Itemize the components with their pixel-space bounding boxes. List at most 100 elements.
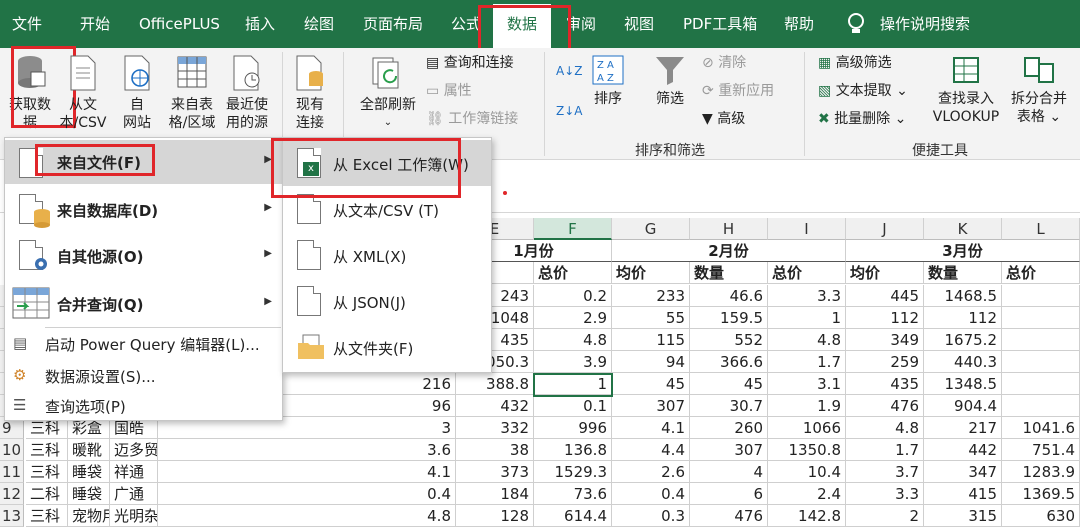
table-cell[interactable]: 159.5 (690, 307, 768, 329)
sort-asc-icon[interactable]: A↓Z (556, 62, 582, 80)
menu-item-query-options[interactable]: ☰ 查询选项(P) (5, 392, 282, 422)
table-cell[interactable]: 3.3 (846, 483, 924, 505)
table-cell[interactable]: 1.9 (768, 395, 846, 417)
table-cell[interactable]: 3.3 (768, 285, 846, 307)
text-extract-button[interactable]: ▧ 文本提取 ⌄ (818, 82, 908, 100)
tab-officeplus[interactable]: OfficePLUS (139, 0, 220, 48)
table-cell[interactable]: 1468.5 (924, 285, 1002, 307)
table-cell[interactable]: 112 (846, 307, 924, 329)
table-cell[interactable]: 552 (690, 329, 768, 351)
table-cell[interactable]: 1348.5 (924, 373, 1002, 395)
table-cell[interactable]: 614.4 (534, 505, 612, 527)
table-cell[interactable]: 2 (846, 505, 924, 527)
column-header-f[interactable]: F (534, 218, 612, 240)
table-cell[interactable]: 1.7 (768, 351, 846, 373)
table-cell[interactable]: 30.7 (690, 395, 768, 417)
from-web-button[interactable]: 自 网站 (116, 54, 158, 132)
table-cell[interactable]: 三科 (26, 461, 68, 483)
table-cell[interactable]: 4.4 (612, 439, 690, 461)
table-cell[interactable]: 0.2 (534, 285, 612, 307)
table-cell[interactable]: 73.6 (534, 483, 612, 505)
table-cell[interactable]: 3.6 (158, 439, 456, 461)
table-cell[interactable]: 347 (924, 461, 1002, 483)
table-cell[interactable]: 45 (690, 373, 768, 395)
subheader-cell[interactable]: 总价 (534, 262, 612, 284)
table-cell[interactable]: 38 (456, 439, 534, 461)
table-cell[interactable]: 233 (612, 285, 690, 307)
table-cell[interactable]: 630 (1002, 505, 1080, 527)
tab-file[interactable]: 文件 (12, 0, 42, 48)
adv-filter-tool-button[interactable]: ▦ 高级筛选 (818, 54, 892, 72)
table-cell[interactable]: 259 (846, 351, 924, 373)
table-cell[interactable]: 349 (846, 329, 924, 351)
workbook-links-button[interactable]: ⛓ 工作簿链接 (426, 110, 518, 128)
tab-formulas[interactable]: 公式 (451, 0, 481, 48)
table-cell[interactable]: 388.8 (456, 373, 534, 395)
table-cell[interactable]: 祥通 (110, 461, 158, 483)
tell-me-search[interactable]: 操作说明搜索 (880, 0, 970, 48)
table-cell[interactable]: 3.9 (534, 351, 612, 373)
table-cell[interactable]: 广通 (110, 483, 158, 505)
table-cell[interactable]: 4.1 (158, 461, 456, 483)
submenu-item-text-csv[interactable]: 从文本/CSV (T) (283, 186, 491, 232)
table-cell[interactable]: 睡袋 (68, 461, 110, 483)
table-cell[interactable]: 1041.6 (1002, 417, 1080, 439)
tab-page-layout[interactable]: 页面布局 (363, 0, 423, 48)
sort-desc-icon[interactable]: Z↓A (556, 102, 582, 120)
filter-button[interactable]: 筛选 (648, 54, 692, 108)
table-cell[interactable] (1002, 395, 1080, 417)
table-cell[interactable]: 2.4 (768, 483, 846, 505)
column-header-g[interactable]: G (612, 218, 690, 240)
table-cell[interactable]: 暖靴 (68, 439, 110, 461)
table-cell[interactable]: 三科 (26, 505, 68, 527)
table-cell[interactable]: 1529.3 (534, 461, 612, 483)
subheader-cell[interactable]: 数量 (924, 262, 1002, 284)
table-cell[interactable]: 751.4 (1002, 439, 1080, 461)
properties-button[interactable]: ▭ 属性 (426, 82, 472, 100)
table-cell[interactable]: 136.8 (534, 439, 612, 461)
table-cell[interactable]: 二科 (26, 483, 68, 505)
table-cell[interactable]: 332 (456, 417, 534, 439)
menu-item-from-other-sources[interactable]: 自其他源(O) ▶ (5, 232, 282, 278)
table-cell[interactable] (1002, 285, 1080, 307)
clear-button[interactable]: ⊘ 清除 (702, 54, 746, 72)
subheader-cell[interactable]: 均价 (612, 262, 690, 284)
find-vlookup-button[interactable]: 查找录入 VLOOKUP (926, 54, 1006, 126)
table-cell[interactable]: 1.7 (846, 439, 924, 461)
table-cell[interactable] (1002, 351, 1080, 373)
menu-item-launch-power-query[interactable]: ▤ 启动 Power Query 编辑器(L)... (5, 330, 282, 360)
table-cell[interactable]: 宠物用品 (68, 505, 110, 527)
table-cell[interactable]: 1283.9 (1002, 461, 1080, 483)
menu-item-from-file[interactable]: 来自文件(F) ▶ (5, 140, 282, 184)
table-cell[interactable]: 445 (846, 285, 924, 307)
table-cell[interactable]: 904.4 (924, 395, 1002, 417)
table-cell[interactable]: 46.6 (690, 285, 768, 307)
menu-item-from-database[interactable]: 来自数据库(D) ▶ (5, 186, 282, 232)
submenu-item-excel-workbook[interactable]: x 从 Excel 工作簿(W) (283, 140, 491, 186)
table-cell[interactable]: 142.8 (768, 505, 846, 527)
table-cell[interactable]: 307 (612, 395, 690, 417)
table-cell[interactable]: 3.1 (768, 373, 846, 395)
table-cell[interactable]: 94 (612, 351, 690, 373)
table-cell[interactable]: 112 (924, 307, 1002, 329)
menu-item-data-source-settings[interactable]: ⚙ 数据源设置(S)... (5, 362, 282, 392)
table-cell[interactable]: 440.3 (924, 351, 1002, 373)
from-table-button[interactable]: 来自表 格/区域 (164, 54, 220, 132)
queries-connections-button[interactable]: ▤ 查询和连接 (426, 54, 514, 72)
advanced-filter-button[interactable]: ▼ 高级 (702, 110, 745, 128)
table-cell[interactable]: 1369.5 (1002, 483, 1080, 505)
table-cell[interactable]: 476 (690, 505, 768, 527)
table-cell[interactable]: 476 (846, 395, 924, 417)
table-cell[interactable]: 996 (534, 417, 612, 439)
table-cell[interactable]: 415 (924, 483, 1002, 505)
table-cell[interactable]: 光明杂志 (110, 505, 158, 527)
table-cell[interactable]: 0.4 (612, 483, 690, 505)
table-cell[interactable]: 435 (846, 373, 924, 395)
tab-insert[interactable]: 插入 (245, 0, 275, 48)
table-cell[interactable]: 4.1 (612, 417, 690, 439)
table-cell[interactable]: 260 (690, 417, 768, 439)
table-cell[interactable]: 4.8 (768, 329, 846, 351)
tab-draw[interactable]: 绘图 (304, 0, 334, 48)
submenu-item-xml[interactable]: 从 XML(X) (283, 232, 491, 278)
table-cell[interactable]: 307 (690, 439, 768, 461)
